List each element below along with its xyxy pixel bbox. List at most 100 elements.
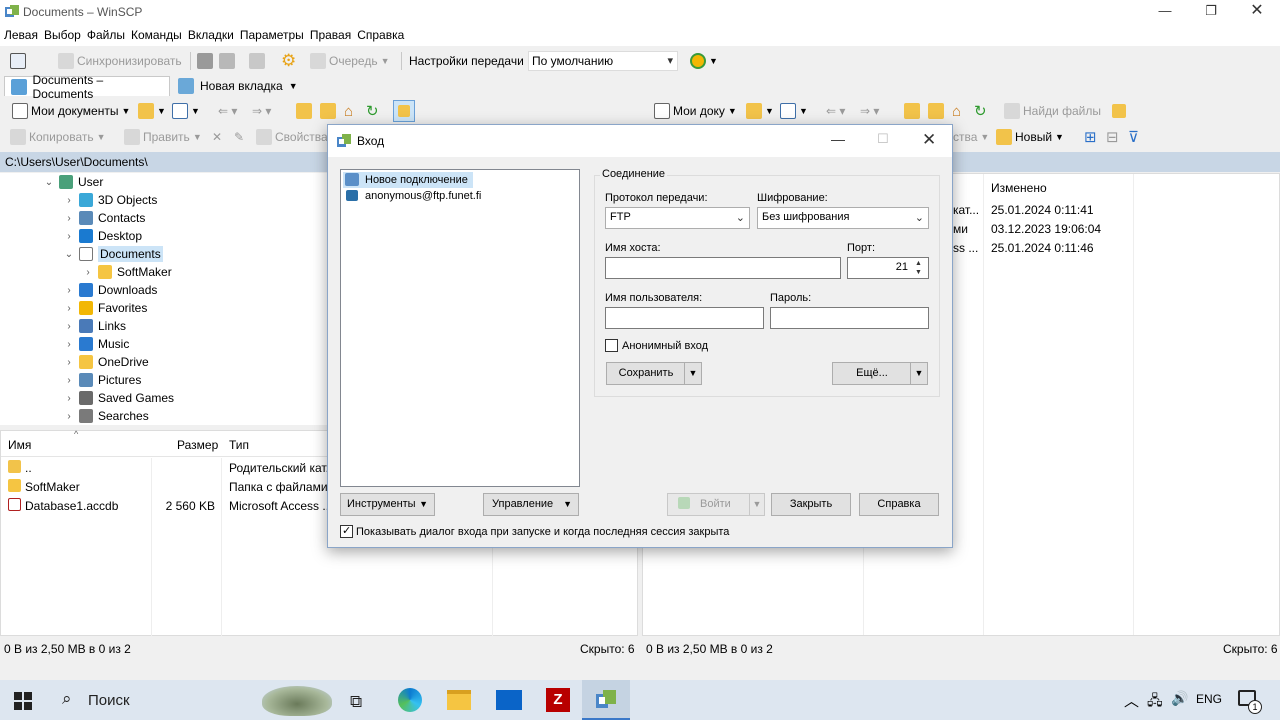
manage-button[interactable]: Управление ▼ bbox=[483, 493, 579, 516]
transfer-preset-select[interactable]: По умолчанию ▾ bbox=[528, 51, 678, 71]
chevron-right-icon[interactable]: › bbox=[64, 213, 74, 224]
file-explorer-icon[interactable] bbox=[447, 690, 471, 710]
filter-button[interactable]: ▼ bbox=[172, 100, 200, 122]
filter-button[interactable]: ▼ bbox=[780, 100, 808, 122]
tree-item-favorites[interactable]: › Favorites bbox=[64, 299, 147, 317]
tree-item-searches[interactable]: › Searches bbox=[64, 407, 149, 425]
deselect-button[interactable]: ⊟ bbox=[1106, 126, 1119, 148]
back-button[interactable]: ⇐ ▾ bbox=[218, 100, 237, 122]
chevron-right-icon[interactable]: › bbox=[64, 393, 74, 404]
tab-new[interactable]: Новая вкладка ▼ bbox=[172, 76, 304, 96]
left-location-select[interactable]: Мои документы ▼ bbox=[12, 100, 130, 122]
tools-button[interactable]: Инструменты ▼ bbox=[340, 493, 435, 516]
refresh-toolbar-button[interactable] bbox=[249, 50, 265, 72]
encryption-select[interactable]: Без шифрования ⌄ bbox=[757, 207, 929, 229]
rename-button[interactable]: ✎ bbox=[234, 126, 244, 148]
chevron-right-icon[interactable]: › bbox=[64, 231, 74, 242]
forward-button[interactable]: ⇒ ▾ bbox=[252, 100, 271, 122]
col-name[interactable]: Имя bbox=[8, 438, 31, 452]
taskbar-search-box[interactable]: ⌕ Поиск bbox=[48, 680, 338, 720]
home-button[interactable]: ⌂ bbox=[952, 100, 961, 122]
open-folder-button[interactable]: ▼ bbox=[138, 100, 166, 122]
network-icon[interactable]: 🖧 bbox=[1147, 690, 1163, 714]
dialog-maximize-button[interactable]: ☐ bbox=[877, 131, 889, 147]
filezilla-icon[interactable]: Z bbox=[546, 688, 570, 712]
new-button[interactable]: Новый ▼ bbox=[996, 126, 1064, 148]
filter-select-button[interactable]: ⊽ bbox=[1128, 126, 1139, 148]
parent-directory-button[interactable] bbox=[904, 100, 920, 122]
winscp-taskbar-button[interactable] bbox=[582, 680, 630, 720]
chevron-down-icon[interactable]: ⌄ bbox=[64, 249, 74, 260]
tree-item-desktop[interactable]: › Desktop bbox=[64, 227, 142, 245]
queue-button[interactable]: Очередь ▼ bbox=[310, 50, 390, 72]
login-dropdown-button[interactable]: ▼ bbox=[749, 493, 765, 516]
protocol-select[interactable]: FTP ⌄ bbox=[605, 207, 750, 229]
tree-item-onedrive[interactable]: › OneDrive bbox=[64, 353, 149, 371]
menu-files[interactable]: Файлы bbox=[83, 24, 127, 46]
col-type[interactable]: Тип bbox=[229, 438, 249, 452]
menu-right[interactable]: Правая bbox=[306, 24, 353, 46]
task-view-icon[interactable]: ⧉ bbox=[350, 692, 362, 712]
dialog-close-button[interactable]: ✕ bbox=[922, 130, 936, 150]
back-button[interactable]: ⇐ ▾ bbox=[826, 100, 845, 122]
parent-directory-button[interactable] bbox=[296, 100, 312, 122]
port-spinner-icon[interactable]: ▲ ▼ bbox=[915, 259, 922, 277]
menu-tabs[interactable]: Вкладки bbox=[184, 24, 236, 46]
delete-button[interactable]: ✕ bbox=[212, 126, 222, 148]
save-button[interactable]: Сохранить bbox=[606, 362, 686, 385]
anonymous-login-checkbox[interactable]: Анонимный вход bbox=[605, 339, 708, 352]
windows-start-icon[interactable] bbox=[14, 692, 32, 710]
chevron-up-icon[interactable]: ︿ bbox=[1124, 690, 1139, 711]
chevron-right-icon[interactable]: › bbox=[64, 285, 74, 296]
menu-help[interactable]: Справка bbox=[353, 24, 406, 46]
menu-select[interactable]: Выбор bbox=[40, 24, 83, 46]
open-folder-button[interactable]: ▼ bbox=[746, 100, 774, 122]
close-button[interactable]: Закрыть bbox=[771, 493, 851, 516]
chevron-right-icon[interactable]: › bbox=[64, 321, 74, 332]
tree-item-music[interactable]: › Music bbox=[64, 335, 129, 353]
right-properties-button[interactable]: ства ▼ bbox=[953, 126, 989, 148]
menu-left[interactable]: Левая bbox=[0, 24, 40, 46]
chevron-right-icon[interactable]: › bbox=[64, 303, 74, 314]
forward-button[interactable]: ⇒ ▾ bbox=[860, 100, 879, 122]
tree-item-documents[interactable]: ⌄ Documents bbox=[64, 245, 163, 263]
refresh-button[interactable]: ↻ bbox=[974, 100, 987, 122]
edge-icon[interactable] bbox=[398, 688, 422, 712]
transfer-globe-button[interactable]: ▼ bbox=[690, 50, 718, 72]
password-input[interactable] bbox=[770, 307, 929, 329]
chevron-right-icon[interactable]: › bbox=[83, 267, 93, 278]
tree-item-3d-objects[interactable]: › 3D Objects bbox=[64, 191, 157, 209]
more-button[interactable]: Ещё... bbox=[832, 362, 912, 385]
tree-item-contacts[interactable]: › Contacts bbox=[64, 209, 145, 227]
root-directory-button[interactable] bbox=[928, 100, 944, 122]
maximize-button[interactable]: ❐ bbox=[1188, 0, 1234, 24]
tab-documents[interactable]: Documents – Documents bbox=[4, 73, 170, 101]
col-size[interactable]: Размер bbox=[177, 438, 218, 452]
host-input[interactable] bbox=[605, 257, 841, 279]
chevron-right-icon[interactable]: › bbox=[64, 195, 74, 206]
menu-commands[interactable]: Команды bbox=[127, 24, 184, 46]
refresh-button[interactable]: ↻ bbox=[366, 100, 379, 122]
console-button[interactable] bbox=[197, 50, 213, 72]
dialog-minimize-button[interactable]: — bbox=[831, 131, 845, 147]
show-on-start-checkbox[interactable]: ✓ Показывать диалог входа при запуске и … bbox=[340, 525, 729, 538]
chevron-right-icon[interactable]: › bbox=[64, 411, 74, 422]
chevron-right-icon[interactable]: › bbox=[64, 375, 74, 386]
chevron-down-icon[interactable]: ⌄ bbox=[44, 177, 54, 188]
help-button[interactable]: Справка bbox=[859, 493, 939, 516]
properties-button[interactable]: Свойства bbox=[256, 126, 328, 148]
site-item-new-connection[interactable]: Новое подключение bbox=[343, 172, 473, 188]
close-window-button[interactable]: ✕ bbox=[1234, 0, 1280, 24]
copy-button[interactable]: Копировать ▼ bbox=[10, 126, 106, 148]
save-dropdown-button[interactable]: ▼ bbox=[684, 362, 702, 385]
menu-options[interactable]: Параметры bbox=[236, 24, 306, 46]
right-location-select[interactable]: Мои доку ▼ bbox=[654, 100, 737, 122]
tree-item-downloads[interactable]: › Downloads bbox=[64, 281, 157, 299]
putty-button[interactable] bbox=[219, 50, 235, 72]
col-modified[interactable]: Изменено bbox=[991, 181, 1047, 195]
volume-icon[interactable]: 🔊 bbox=[1171, 690, 1188, 707]
edit-button[interactable]: Править ▼ bbox=[124, 126, 202, 148]
username-input[interactable] bbox=[605, 307, 764, 329]
tree-item-pictures[interactable]: › Pictures bbox=[64, 371, 141, 389]
local-panel-toggle-button[interactable] bbox=[10, 50, 26, 72]
